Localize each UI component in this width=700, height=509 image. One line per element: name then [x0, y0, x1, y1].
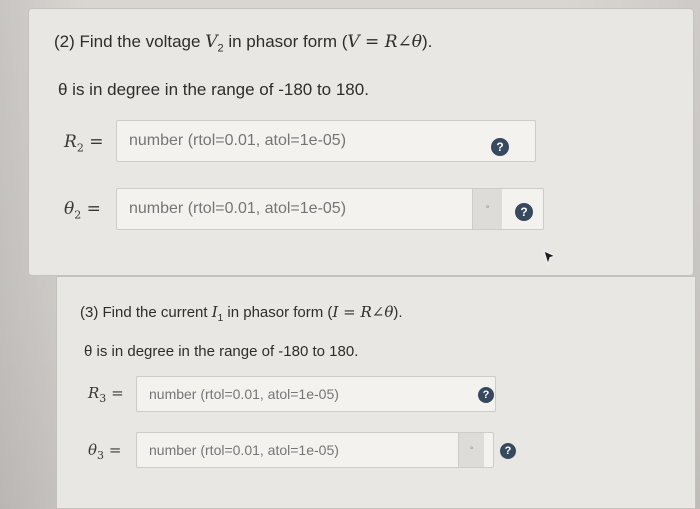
question-3-angle-note: θ is in degree in the range of -180 to 1… — [84, 343, 359, 360]
r3-label: R3 = — [88, 384, 124, 405]
theta2-label: θ2 = — [64, 199, 101, 222]
theta3-input[interactable] — [136, 432, 494, 468]
r3-help-question-icon[interactable]: ? — [478, 387, 494, 403]
question-2-title: (2) Find the voltage V2 in phasor form (… — [54, 32, 433, 55]
theta3-status-indicator: ° — [458, 433, 484, 467]
question-3-title: (3) Find the current I1 in phasor form (… — [80, 303, 403, 324]
question-2-angle-note: θ is in degree in the range of -180 to 1… — [58, 80, 369, 99]
theta2-help-question-icon[interactable]: ? — [515, 203, 533, 221]
theta3-help-question-icon[interactable]: ? — [500, 443, 516, 459]
r2-help-question-icon[interactable]: ? — [491, 138, 509, 156]
r2-label: R2 = — [64, 132, 104, 155]
theta2-status-indicator: ° — [472, 189, 502, 229]
mouse-pointer-icon — [543, 250, 557, 266]
r2-input[interactable] — [116, 120, 536, 162]
theta3-label: θ3 = — [88, 441, 122, 462]
r3-input[interactable] — [136, 376, 496, 412]
